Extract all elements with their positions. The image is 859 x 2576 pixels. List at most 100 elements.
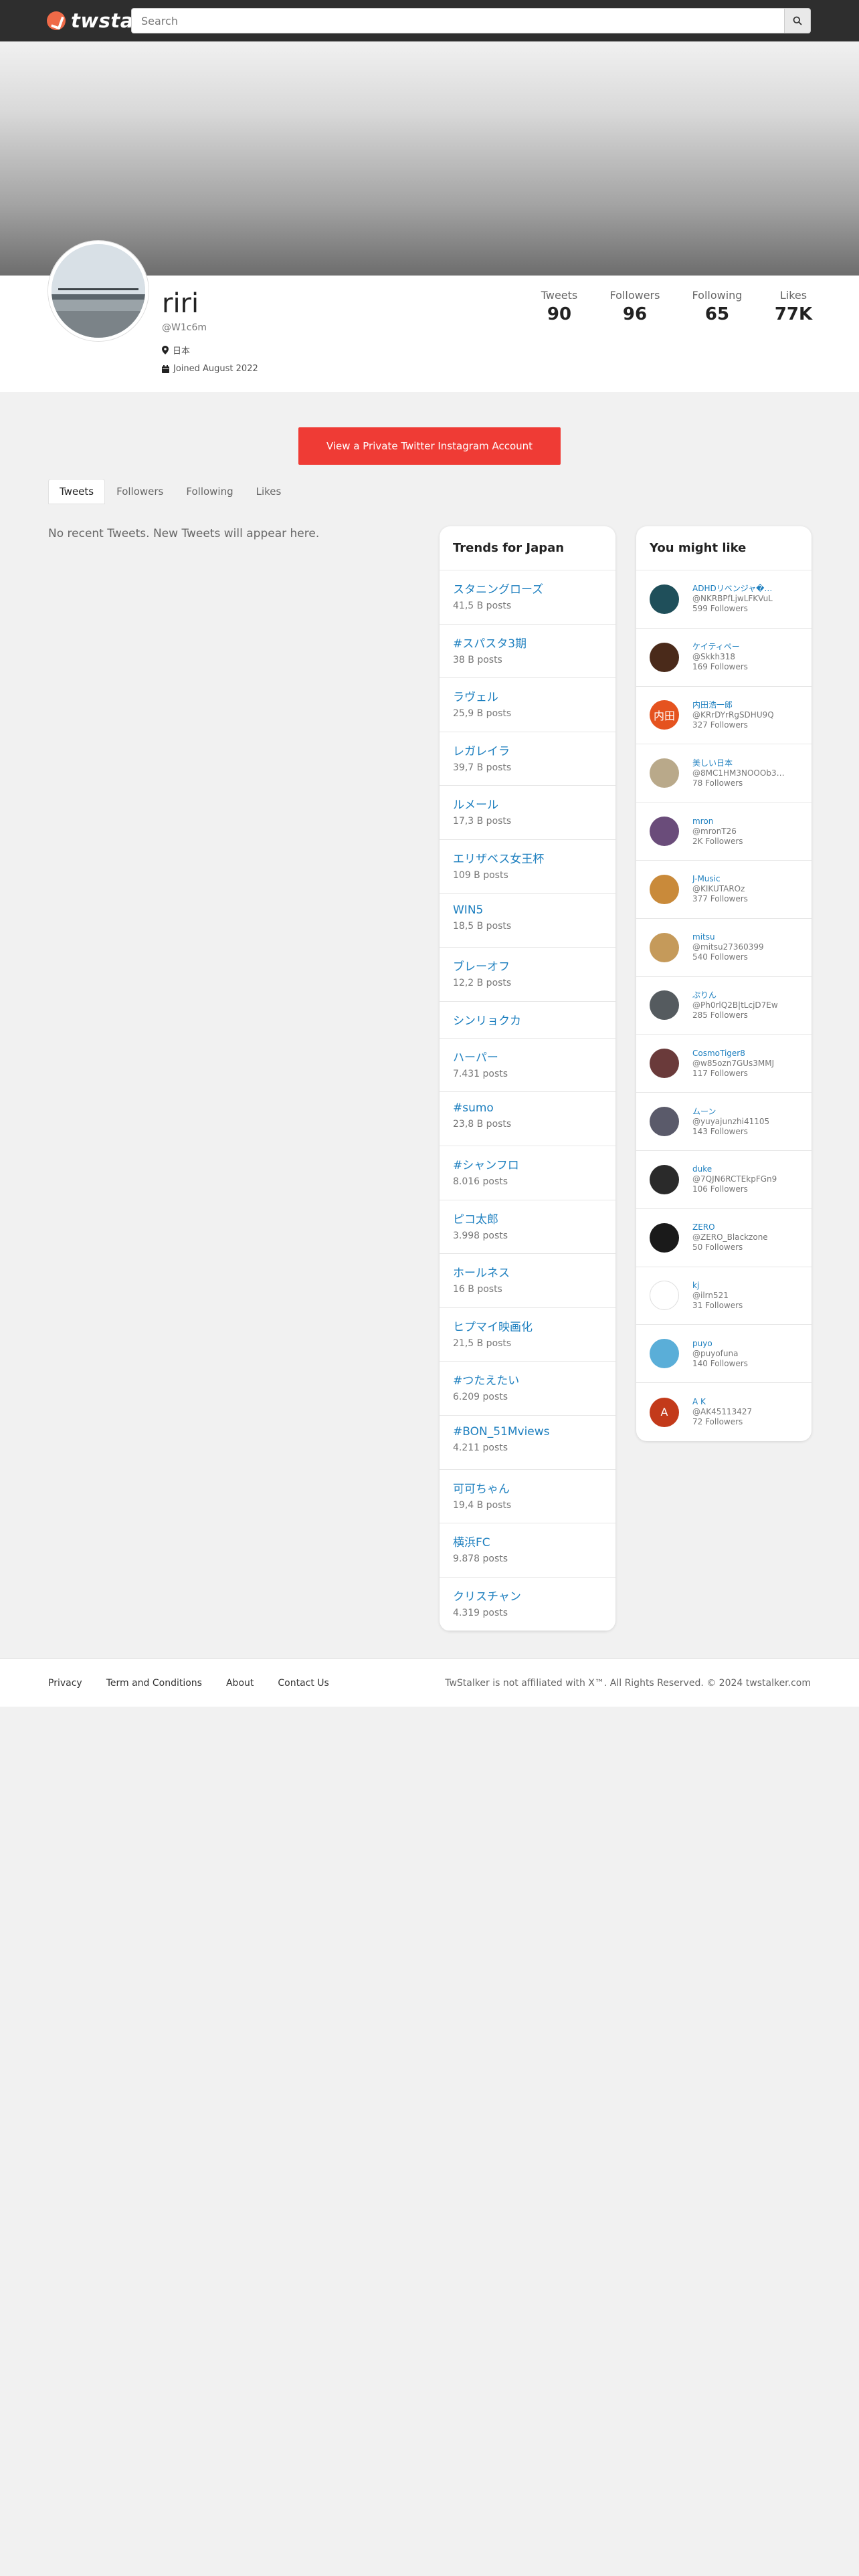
user-name[interactable]: CosmoTiger8 [692,1049,774,1059]
trend-name[interactable]: WIN5 [453,903,602,917]
trend-name[interactable]: クリスチャン [453,1587,602,1604]
user-avatar[interactable] [650,1281,679,1311]
user-avatar[interactable] [650,1049,679,1079]
footer-link-privacy[interactable]: Privacy [48,1678,82,1689]
trend-name[interactable]: シンリョクカ [453,1011,521,1028]
user-avatar[interactable] [650,817,679,847]
trend-item[interactable]: #sumo 23,8 B posts [440,1092,615,1146]
suggested-user[interactable]: duke @7QJN6RCTEkpFGn9 106 Followers [636,1151,812,1209]
trend-item[interactable]: エリザベス女王杯 109 B posts [440,840,615,894]
footer-link-contact[interactable]: Contact Us [278,1678,328,1689]
stat-following[interactable]: Following 65 [686,289,748,324]
trend-name[interactable]: スタニングローズ [453,580,602,597]
tab-following[interactable]: Following [175,479,244,504]
user-name[interactable]: kj [692,1281,743,1291]
trend-name[interactable]: #シャンフロ [453,1156,602,1172]
user-avatar[interactable]: 内田 [650,700,679,730]
user-name[interactable]: ぷりん [692,990,778,1000]
user-name[interactable]: ADHDリベンジャ�… [692,584,773,594]
trend-name[interactable]: ピコ太郎 [453,1210,602,1226]
stat-tweets[interactable]: Tweets 90 [535,289,583,324]
suggested-user[interactable]: ぷりん @Ph0rlQ2B|tLcjD7Ew 285 Followers [636,977,812,1035]
user-name[interactable]: mron [692,817,743,827]
trend-name[interactable]: ハーパー [453,1048,602,1065]
suggested-user[interactable]: mitsu @mitsu27360399 540 Followers [636,919,812,977]
footer-link-about[interactable]: About [226,1678,254,1689]
trend-item[interactable]: シンリョクカ [440,1002,615,1039]
trend-item[interactable]: ルメール 17,3 B posts [440,786,615,840]
trend-item[interactable]: ブレーオフ 12,2 B posts [440,948,615,1002]
suggested-user[interactable]: ZERO @ZERO_Blackzone 50 Followers [636,1209,812,1267]
trend-item[interactable]: 可可ちゃん 19,4 B posts [440,1470,615,1524]
trend-name[interactable]: ブレーオフ [453,957,602,974]
user-avatar[interactable]: A [650,1397,679,1427]
user-name[interactable]: puyo [692,1339,748,1349]
suggested-user[interactable]: ケイティペー @Skkh318 169 Followers [636,629,812,687]
footer-link-terms[interactable]: Term and Conditions [106,1678,202,1689]
stat-likes[interactable]: Likes 77K [769,289,818,324]
user-avatar[interactable] [650,758,679,788]
trend-item[interactable]: ピコ太郎 3.998 posts [440,1200,615,1255]
trend-name[interactable]: ホールネス [453,1263,602,1280]
trend-item[interactable]: #つたえたい 6.209 posts [440,1362,615,1416]
tab-likes[interactable]: Likes [245,479,293,504]
trend-name[interactable]: 横浜FC [453,1533,602,1549]
trend-item[interactable]: レガレイラ 39,7 B posts [440,732,615,786]
trend-name[interactable]: レガレイラ [453,742,602,758]
trend-name[interactable]: #つたえたい [453,1371,602,1388]
trend-name[interactable]: #BON_51Mviews [453,1425,602,1438]
user-name[interactable]: mitsu [692,932,764,942]
trend-item[interactable]: #スパスタ3期 38 B posts [440,625,615,679]
user-name[interactable]: ケイティペー [692,642,748,652]
trend-name[interactable]: #sumo [453,1101,602,1115]
stat-followers[interactable]: Followers 96 [604,289,666,324]
tab-followers[interactable]: Followers [105,479,175,504]
trend-item[interactable]: WIN5 18,5 B posts [440,894,615,948]
user-name[interactable]: J-Music [692,874,748,884]
user-name[interactable]: duke [692,1164,777,1174]
trend-name[interactable]: エリザベス女王杯 [453,849,602,866]
search-button[interactable] [784,8,811,33]
user-avatar[interactable] [650,1164,679,1194]
search-input[interactable] [131,8,784,33]
user-avatar[interactable] [650,990,679,1021]
suggested-user[interactable]: 内田 内田浩一郎 @KRrDYrRgSDHU9Q 327 Followers [636,687,812,745]
trend-item[interactable]: 横浜FC 9.878 posts [440,1523,615,1578]
suggested-user[interactable]: kj @ilrn521 31 Followers [636,1267,812,1325]
suggested-user[interactable]: J-Music @KIKUTAROz 377 Followers [636,861,812,919]
trend-item[interactable]: ホールネス 16 B posts [440,1254,615,1308]
suggested-user[interactable]: A A K @AK45113427 72 Followers [636,1383,812,1441]
user-name[interactable]: 内田浩一郎 [692,700,774,710]
suggested-user[interactable]: ADHDリベンジャ�… @NKRBPfLjwLFKVuL 599 Followers [636,570,812,629]
user-name[interactable]: 美しい日本 [692,758,786,768]
trend-name[interactable]: ヒプマイ映画化 [453,1317,602,1334]
tab-tweets[interactable]: Tweets [48,479,106,504]
trend-item[interactable]: スタニングローズ 41,5 B posts [440,570,615,625]
user-name[interactable]: ムーン [692,1107,769,1117]
trend-item[interactable]: ハーパー 7.431 posts [440,1039,615,1093]
user-avatar[interactable] [650,642,679,672]
suggested-user[interactable]: ムーン @yuyajunzhi41105 143 Followers [636,1093,812,1151]
trend-item[interactable]: クリスチャン 4.319 posts [440,1578,615,1632]
user-avatar[interactable] [650,1339,679,1369]
trend-item[interactable]: #BON_51Mviews 4.211 posts [440,1416,615,1470]
user-avatar[interactable] [650,584,679,614]
user-avatar[interactable] [650,932,679,962]
trend-item[interactable]: ラヴェル 25,9 B posts [440,678,615,732]
trend-name[interactable]: ルメール [453,795,602,812]
user-avatar[interactable] [650,874,679,904]
user-name[interactable]: A K [692,1397,752,1407]
trend-item[interactable]: #シャンフロ 8.016 posts [440,1146,615,1200]
trend-name[interactable]: ラヴェル [453,687,602,704]
suggested-user[interactable]: mron @mronT26 2K Followers [636,802,812,861]
user-avatar[interactable] [650,1107,679,1137]
trend-name[interactable]: #スパスタ3期 [453,634,602,651]
view-private-account-button[interactable]: View a Private Twitter Instagram Account [298,427,561,465]
user-avatar[interactable] [650,1222,679,1253]
suggested-user[interactable]: CosmoTiger8 @w85ozn7GUs3MMJ 117 Followers [636,1035,812,1093]
trend-name[interactable]: 可可ちゃん [453,1479,602,1496]
suggested-user[interactable]: puyo @puyofuna 140 Followers [636,1325,812,1384]
suggested-user[interactable]: 美しい日本 @8MC1HM3NOOOb3Xk 78 Followers [636,744,812,803]
user-name[interactable]: ZERO [692,1222,768,1232]
site-logo[interactable]: twstal [47,8,140,33]
